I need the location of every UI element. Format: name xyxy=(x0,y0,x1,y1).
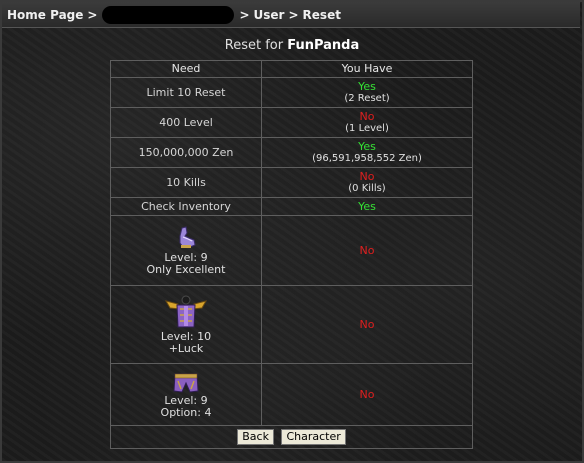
breadcrumb-current: Reset xyxy=(302,7,341,22)
requirement-label: 400 Level xyxy=(110,107,262,138)
requirement-label: Limit 10 Reset xyxy=(110,77,262,108)
status-value: No xyxy=(359,317,375,331)
breadcrumb-user-link[interactable]: User xyxy=(254,8,285,22)
requirement-label: 150,000,000 Zen xyxy=(110,137,262,168)
have-column-header: You Have xyxy=(261,60,473,78)
item-option: Option: 4 xyxy=(160,405,212,419)
back-button[interactable]: Back xyxy=(237,429,274,445)
status-value: No xyxy=(359,243,375,257)
item-row: Level: 10 +Luck No xyxy=(110,285,473,364)
button-row: Back Character xyxy=(110,425,473,449)
reset-requirements-table: Need You Have Limit 10 Reset Yes (2 Rese… xyxy=(110,60,473,449)
breadcrumb-separator: > xyxy=(87,7,98,22)
status-value: No xyxy=(359,169,375,183)
requirement-status: Yes (2 Reset) xyxy=(261,77,473,108)
title-prefix: Reset for xyxy=(224,38,284,53)
table-row: Limit 10 Reset Yes (2 Reset) xyxy=(110,77,473,108)
item-option: +Luck xyxy=(168,341,204,355)
pants-icon xyxy=(173,373,199,393)
item-row: Level: 9 Option: 4 No xyxy=(110,363,473,426)
item-row: Level: 9 Only Excellent No xyxy=(110,215,473,286)
status-detail: (2 Reset) xyxy=(344,92,390,104)
status-value: Yes xyxy=(358,139,376,153)
status-detail: (96,591,958,552 Zen) xyxy=(312,152,422,164)
breadcrumb: Home Page > > User > Reset xyxy=(2,2,580,28)
status-value: Yes xyxy=(358,199,376,213)
table-row: Check Inventory Yes xyxy=(110,197,473,216)
table-row: 10 Kills No (0 Kills) xyxy=(110,167,473,198)
status-detail: (0 Kills) xyxy=(348,182,386,194)
gloves-icon xyxy=(179,225,196,248)
status-detail: (1 Level) xyxy=(345,122,389,134)
requirement-label: Check Inventory xyxy=(110,197,262,216)
character-button[interactable]: Character xyxy=(281,429,346,445)
winged-armor-icon xyxy=(164,295,208,327)
need-column-header: Need xyxy=(110,60,262,78)
item-level: Level: 9 xyxy=(164,250,208,264)
breadcrumb-home-link[interactable]: Home Page xyxy=(7,8,83,22)
requirement-status: No (1 Level) xyxy=(261,107,473,138)
item-requirement: Level: 9 Only Excellent xyxy=(110,215,262,286)
status-value: No xyxy=(359,109,375,123)
requirement-status: Yes xyxy=(261,197,473,216)
item-option: Only Excellent xyxy=(146,262,226,276)
item-status: No xyxy=(261,215,473,286)
requirement-label: 10 Kills xyxy=(110,167,262,198)
character-name: FunPanda xyxy=(287,38,360,53)
item-status: No xyxy=(261,285,473,364)
item-requirement: Level: 9 Option: 4 xyxy=(110,363,262,426)
requirement-status: Yes (96,591,958,552 Zen) xyxy=(261,137,473,168)
breadcrumb-separator: > xyxy=(288,7,299,22)
table-row: 400 Level No (1 Level) xyxy=(110,107,473,138)
page-title: Reset for FunPanda xyxy=(0,38,584,53)
breadcrumb-separator: > xyxy=(239,7,250,22)
button-cell: Back Character xyxy=(110,425,473,449)
requirement-status: No (0 Kills) xyxy=(261,167,473,198)
item-level: Level: 10 xyxy=(160,329,212,343)
item-level: Level: 9 xyxy=(164,393,208,407)
status-value: No xyxy=(359,387,375,401)
table-header-row: Need You Have xyxy=(110,60,473,78)
status-value: Yes xyxy=(358,79,376,93)
item-requirement: Level: 10 +Luck xyxy=(110,285,262,364)
table-row: 150,000,000 Zen Yes (96,591,958,552 Zen) xyxy=(110,137,473,168)
item-status: No xyxy=(261,363,473,426)
redacted-breadcrumb-item xyxy=(102,5,235,24)
